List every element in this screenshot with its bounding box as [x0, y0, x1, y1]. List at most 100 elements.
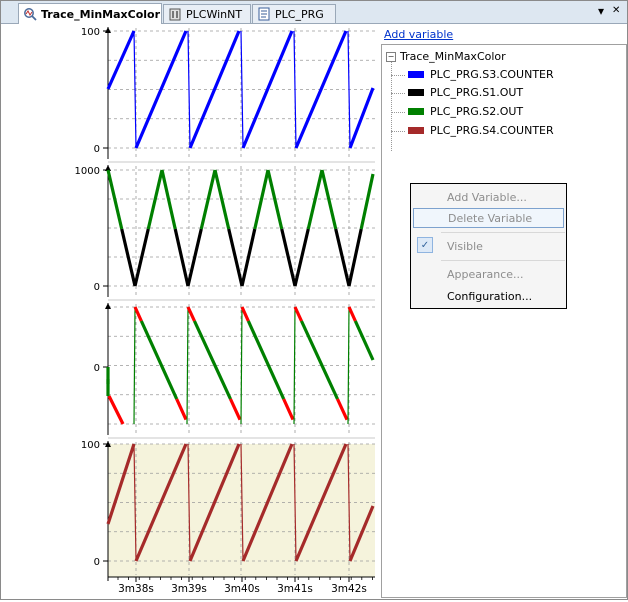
- variable-name: PLC_PRG.S2.OUT: [430, 105, 524, 118]
- series-line-s2-out-min: [282, 398, 295, 421]
- series-line-s2-out: [300, 320, 339, 400]
- x-tick-label: 3m42s: [331, 583, 367, 595]
- series-line-s2-out: [106, 169, 124, 230]
- series-line-s2-out-rise: [186, 306, 189, 425]
- series-line-s2-out: [199, 169, 217, 230]
- tab-list-dropdown-icon[interactable]: ▾: [598, 4, 604, 18]
- tree-connector-line: [391, 75, 405, 76]
- context-menu: Add Variable... Delete Variable ✓ Visibl…: [410, 183, 567, 309]
- series-line-s2-out: [253, 169, 270, 230]
- series-line-s2-out: [193, 320, 232, 400]
- series-line-s2-out: [160, 169, 177, 230]
- x-tick-label: 3m39s: [171, 583, 207, 595]
- x-tick-label: 3m38s: [118, 583, 154, 595]
- menu-item-configuration[interactable]: Configuration...: [413, 286, 564, 306]
- menu-item-add-variable[interactable]: Add Variable...: [413, 187, 564, 207]
- series-line-s1-out: [133, 228, 150, 287]
- series-line-s2-out: [306, 169, 324, 230]
- series-line-s2-out-min: [336, 398, 349, 421]
- tree-connector-line: [391, 131, 405, 132]
- collapse-icon[interactable]: −: [386, 51, 396, 62]
- y-axis-arrow: [105, 27, 111, 33]
- tree-root-label: Trace_MinMaxColor: [400, 50, 506, 63]
- tab-trace-minmaxcolor[interactable]: Trace_MinMaxColor: [18, 3, 162, 24]
- trace-charts[interactable]: 100010000010003m38s 3m39s 3m40s 3m41s 3m42s: [1, 24, 377, 599]
- color-swatch: [408, 127, 424, 134]
- close-icon[interactable]: ✕: [612, 5, 620, 16]
- series-line-s2-out-rise: [133, 306, 136, 425]
- menu-separator: [441, 232, 565, 233]
- variable-name: PLC_PRG.S4.COUNTER: [430, 124, 554, 137]
- series-line-s1-out: [120, 228, 137, 287]
- trace-icon: [23, 7, 37, 21]
- series-line-s2-out-max: [240, 306, 250, 322]
- tree-item-variable[interactable]: PLC_PRG.S1.OUT: [408, 86, 523, 99]
- color-swatch: [408, 108, 424, 115]
- tree-item-variable[interactable]: PLC_PRG.S2.OUT: [408, 105, 523, 118]
- checkmark-icon: ✓: [417, 237, 433, 253]
- menu-item-label: Appearance...: [447, 267, 524, 281]
- tree-item-variable[interactable]: PLC_PRG.S4.COUNTER: [408, 124, 554, 137]
- y-tick-label: 100: [81, 440, 100, 451]
- variable-name: PLC_PRG.S3.COUNTER: [430, 68, 554, 81]
- menu-item-visible[interactable]: ✓ Visible: [413, 236, 564, 256]
- series-line-s1-out: [334, 228, 351, 287]
- tab-label: PLC_PRG: [275, 7, 324, 21]
- y-tick-label: 0: [94, 363, 100, 374]
- y-tick-label: 100: [81, 27, 100, 38]
- x-tick-label: 3m41s: [277, 583, 313, 595]
- tree-root-trace[interactable]: − Trace_MinMaxColor: [386, 50, 506, 63]
- tree-item-variable[interactable]: PLC_PRG.S3.COUNTER: [408, 68, 554, 81]
- series-line-s2-out: [320, 169, 338, 230]
- series-line-s2-out-min: [229, 398, 242, 421]
- series-line-s1-out: [227, 228, 244, 287]
- program-document-icon: [257, 7, 271, 21]
- variable-tree[interactable]: − Trace_MinMaxColor PLC_PRG.S3.COUNTER P…: [381, 44, 627, 598]
- tree-connector-line: [391, 112, 405, 113]
- menu-item-label: Configuration...: [447, 289, 533, 303]
- menu-item-label: Add Variable...: [447, 190, 527, 204]
- series-line-s1-out: [173, 228, 190, 287]
- y-axis-arrow: [105, 303, 111, 309]
- menu-item-delete-variable[interactable]: Delete Variable: [413, 208, 564, 228]
- y-tick-label: 0: [94, 144, 100, 155]
- series-line-s2-out-max: [347, 306, 357, 322]
- x-tick-label: 3m40s: [224, 583, 260, 595]
- plc-device-icon: [168, 7, 182, 21]
- menu-separator: [441, 260, 565, 261]
- tab-plc-prg[interactable]: PLC_PRG: [252, 4, 336, 23]
- add-variable-link[interactable]: Add variable: [384, 28, 453, 41]
- series-line-s2-out-max: [293, 306, 303, 322]
- series-line-s3-counter: [348, 87, 375, 149]
- tab-plcwinnt[interactable]: PLCWinNT: [163, 4, 251, 23]
- tree-connector-line: [391, 93, 405, 94]
- series-line-s2-out-min: [107, 395, 125, 425]
- trace-window: Trace_MinMaxColor PLCWinNT PLC_PRG ▾ ✕ 1…: [0, 0, 628, 600]
- series-line-s2-out: [359, 173, 375, 230]
- series-line-s1-out: [186, 228, 203, 287]
- menu-item-appearance[interactable]: Appearance...: [413, 264, 564, 284]
- series-line-s1-out: [240, 228, 257, 287]
- y-tick-label: 1000: [75, 166, 100, 177]
- series-line-s2-out: [146, 169, 164, 230]
- series-line-s3-counter: [134, 30, 188, 149]
- tab-label: Trace_MinMaxColor: [41, 7, 161, 21]
- series-line-s2-out-min: [175, 398, 188, 421]
- series-line-s1-out: [293, 228, 310, 287]
- variable-name: PLC_PRG.S1.OUT: [430, 86, 524, 99]
- menu-item-label: Visible: [447, 239, 483, 253]
- series-line-s2-out: [353, 320, 375, 361]
- series-line-s3-counter: [106, 30, 136, 90]
- trace-variable-panel: Add variable − Trace_MinMaxColor PLC_PRG…: [379, 24, 627, 599]
- y-tick-label: 0: [94, 557, 100, 568]
- tab-label: PLCWinNT: [186, 7, 243, 21]
- trace-plot-area[interactable]: 100 0 1000 0 0 100 0 3m38s 3m39s 3m40s 3m41s 3m42s: [1, 24, 377, 599]
- series-line-s2-out: [266, 169, 284, 230]
- series-line-s2-out: [213, 169, 231, 230]
- y-tick-label: 0: [94, 282, 100, 293]
- editor-tab-bar: Trace_MinMaxColor PLCWinNT PLC_PRG ▾ ✕: [1, 1, 627, 24]
- series-line-s1-out: [280, 228, 297, 287]
- series-line-s3-counter: [188, 30, 241, 149]
- color-swatch: [408, 89, 424, 96]
- color-swatch: [408, 71, 424, 78]
